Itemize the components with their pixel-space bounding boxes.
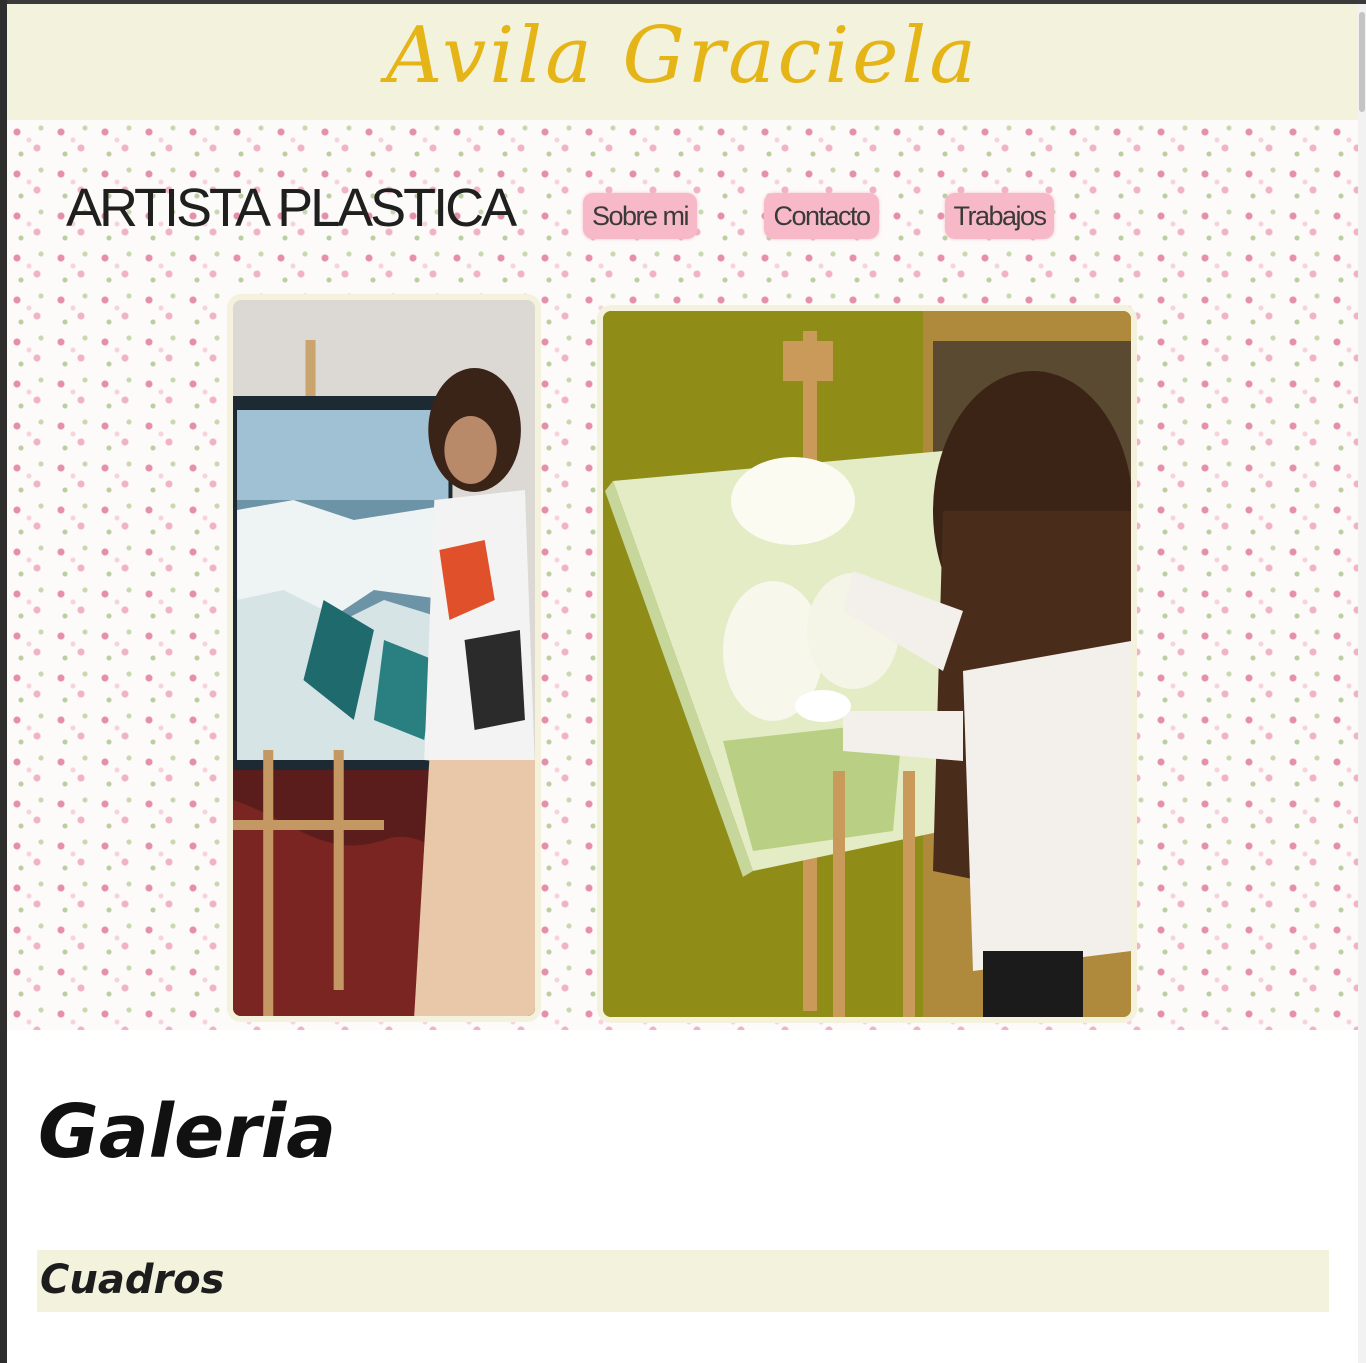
photo-card-artist-standing	[227, 294, 541, 1022]
section-header-cuadros: Cuadros	[37, 1250, 1329, 1312]
artist-subtitle: ARTISTA PLASTICA	[66, 178, 517, 238]
photo-artist-standing-illustration	[233, 300, 535, 1016]
nav-link-sobre-mi[interactable]: Sobre mi	[583, 193, 697, 239]
window-left-edge	[0, 0, 7, 1363]
nav-link-contacto[interactable]: Contacto	[764, 193, 879, 239]
section-title: Cuadros	[40, 1257, 225, 1303]
site-header: Avila Graciela	[7, 4, 1358, 120]
artist-painting-flowers-photo	[603, 311, 1131, 1017]
photo-artist-painting-illustration	[603, 311, 1131, 1017]
nav-link-trabajos[interactable]: Trabajos	[945, 193, 1054, 239]
artist-with-painting-photo	[233, 300, 535, 1016]
vertical-scrollbar[interactable]	[1358, 4, 1366, 1363]
photo-card-artist-painting	[597, 305, 1137, 1023]
scrollbar-thumb[interactable]	[1359, 12, 1365, 112]
site-title: Avila Graciela	[386, 11, 979, 101]
gallery-heading: Galeria	[38, 1089, 337, 1175]
browser-viewport: Avila Graciela ARTISTA PLASTICA Sobre mi…	[0, 0, 1366, 1363]
